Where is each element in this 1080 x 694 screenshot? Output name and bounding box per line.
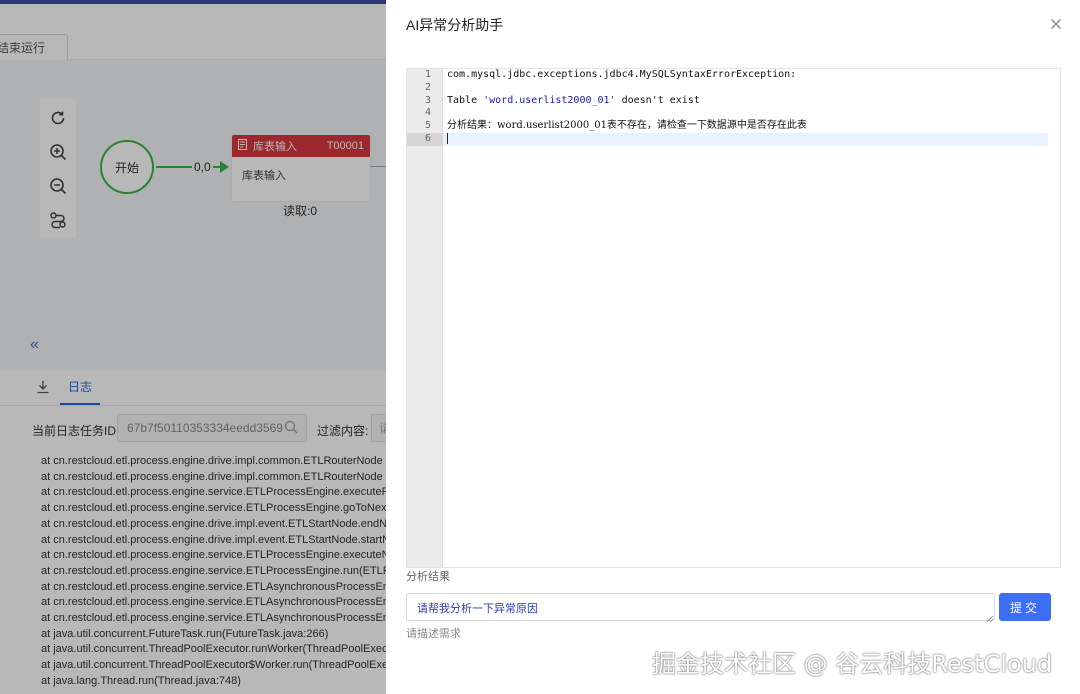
code-line-active [443,132,1048,146]
request-textarea[interactable]: 请帮我分析一下异常原因 [406,593,995,621]
code-text: Table [447,94,484,106]
code-text: 分析结果：word.userlist2000_01表不存在，请检查一下数据源中是… [447,120,807,132]
code-line: Table 'word.userlist2000_01' doesn't exi… [443,95,1048,108]
watermark: 掘金技术社区 @ 谷云科技RestCloud [652,650,1053,678]
result-code-editor[interactable]: 1 2 3 4 5 6 com.mysql.jdbc.exceptions.jd… [406,68,1061,568]
result-label: 分析结果 [406,571,450,583]
vertical-scrollbar[interactable] [1048,69,1060,543]
drawer-title: AI异常分析助手 [406,17,504,33]
code-text: doesn't exist [615,94,700,106]
describe-need-label: 请描述需求 [406,628,461,640]
code-string: 'word.userlist2000_01' [483,94,616,106]
resize-grip-icon[interactable] [986,612,994,623]
submit-button[interactable]: 提交 [999,593,1051,621]
editor-gutter: 1 2 3 4 5 6 [407,69,443,567]
code-text: com.mysql.jdbc.exceptions.jdbc4.MySQLSyn… [447,69,797,80]
modal-mask[interactable] [0,0,386,694]
line-number: 3 [424,94,431,106]
background-app: 结束运行 开始 0,0 库表输入 T00001 库表输入 读取:0 « 日志 当… [0,0,386,694]
line-number: 5 [424,120,431,132]
line-number: 2 [424,81,431,93]
code-line: com.mysql.jdbc.exceptions.jdbc4.MySQLSyn… [443,69,1048,82]
line-number-active: 6 [407,132,443,146]
code-line: 分析结果：word.userlist2000_01表不存在，请检查一下数据源中是… [443,120,1048,133]
ai-analysis-drawer: AI异常分析助手 1 2 3 4 5 6 com.mysql.jdbc.exce… [386,0,1080,694]
text-cursor [447,132,448,144]
line-number: 1 [424,69,431,80]
line-number: 4 [424,107,431,119]
close-icon[interactable] [1048,16,1064,32]
horizontal-scrollbar[interactable] [443,543,1048,567]
editor-code-area[interactable]: com.mysql.jdbc.exceptions.jdbc4.MySQLSyn… [443,69,1048,543]
